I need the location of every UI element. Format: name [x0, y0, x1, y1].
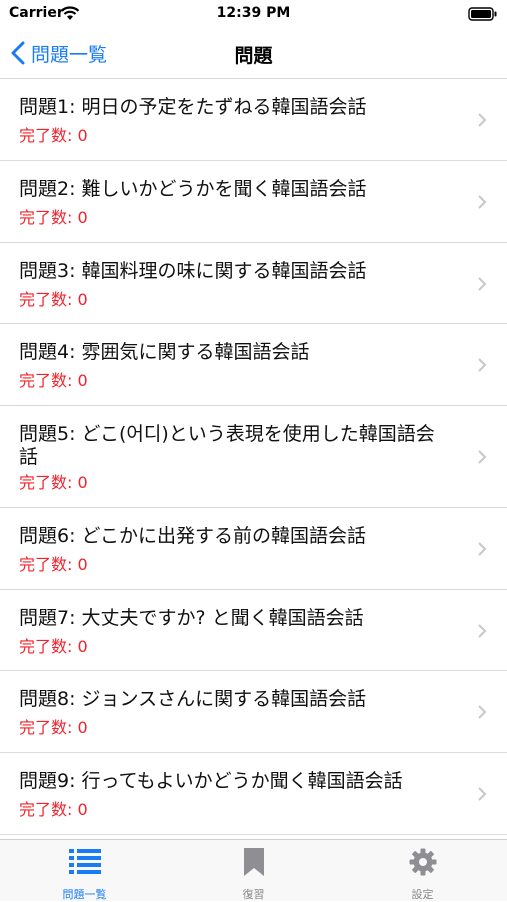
chevron-right-icon — [478, 277, 487, 291]
problem-row-9[interactable]: 問題9: 行ってもよいかどうか聞く韓国語会話 完了数: 0 — [0, 753, 507, 835]
chevron-right-icon — [478, 542, 487, 556]
completion-count: 完了数: 0 — [19, 208, 88, 227]
problem-row-7[interactable]: 問題7: 大丈夫ですか? と聞く韓国語会話 完了数: 0 — [0, 590, 507, 671]
tab-review[interactable]: 復習 — [169, 840, 338, 901]
problem-title: 問題1: 明日の予定をたずねる韓国語会話 — [19, 96, 367, 118]
problem-row-5[interactable]: 問題5: どこ(어디)という表現を使用した韓国語会話 完了数: 0 — [0, 406, 507, 508]
problem-title: 問題2: 難しいかどうかを聞く韓国語会話 — [19, 178, 367, 200]
list-icon — [68, 849, 101, 874]
clock: 12:39 PM — [216, 5, 291, 21]
completion-count: 完了数: 0 — [19, 473, 88, 492]
problem-row-6[interactable]: 問題6: どこかに出発する前の韓国語会話 完了数: 0 — [0, 508, 507, 590]
gear-icon — [409, 848, 436, 876]
bookmark-icon — [243, 848, 264, 876]
problem-title: 問題6: どこかに出発する前の韓国語会話 — [19, 525, 366, 547]
tab-settings[interactable]: 設定 — [338, 840, 507, 901]
problem-row-8[interactable]: 問題8: ジョンスさんに関する韓国語会話 完了数: 0 — [0, 671, 507, 753]
tab-bar: 問題一覧 復習 設定 — [0, 839, 507, 901]
problem-title: 問題9: 行ってもよいかどうか聞く韓国語会話 — [19, 770, 403, 792]
problem-row-2[interactable]: 問題2: 難しいかどうかを聞く韓国語会話 完了数: 0 — [0, 161, 507, 243]
navigation-bar: 問題一覧 問題 — [0, 30, 507, 79]
problem-title: 問題3: 韓国料理の味に関する韓国語会話 — [19, 260, 367, 282]
problem-title: 問題5: どこ(어디)という表現を使用した韓国語会話 — [19, 423, 435, 468]
completion-count: 完了数: 0 — [19, 555, 88, 574]
problem-row-4[interactable]: 問題4: 雰囲気に関する韓国語会話 完了数: 0 — [0, 324, 507, 406]
problem-title: 問題8: ジョンスさんに関する韓国語会話 — [19, 688, 367, 710]
completion-count: 完了数: 0 — [19, 126, 88, 145]
problem-list: 問題1: 明日の予定をたずねる韓国語会話 完了数: 0 問題2: 難しいかどうか… — [0, 79, 507, 839]
problem-title: 問題4: 雰囲気に関する韓国語会話 — [19, 341, 310, 363]
chevron-right-icon — [478, 113, 487, 127]
chevron-right-icon — [478, 195, 487, 209]
chevron-right-icon — [478, 787, 487, 801]
chevron-right-icon — [478, 358, 487, 372]
problem-row-3[interactable]: 問題3: 韓国料理の味に関する韓国語会話 完了数: 0 — [0, 243, 507, 324]
page-title: 問題 — [234, 45, 273, 67]
tab-problem-list[interactable]: 問題一覧 — [0, 840, 169, 901]
completion-count: 完了数: 0 — [19, 290, 88, 309]
status-bar: Carrier 12:39 PM — [0, 0, 507, 30]
problem-row-1[interactable]: 問題1: 明日の予定をたずねる韓国語会話 完了数: 0 — [0, 79, 507, 161]
chevron-right-icon — [478, 705, 487, 719]
completion-count: 完了数: 0 — [19, 371, 88, 390]
completion-count: 完了数: 0 — [19, 800, 88, 819]
completion-count: 完了数: 0 — [19, 718, 88, 737]
chevron-right-icon — [478, 624, 487, 638]
problem-title: 問題7: 大丈夫ですか? と聞く韓国語会話 — [19, 607, 364, 629]
chevron-right-icon — [478, 450, 487, 464]
completion-count: 完了数: 0 — [19, 637, 88, 656]
battery-icon — [468, 7, 497, 21]
